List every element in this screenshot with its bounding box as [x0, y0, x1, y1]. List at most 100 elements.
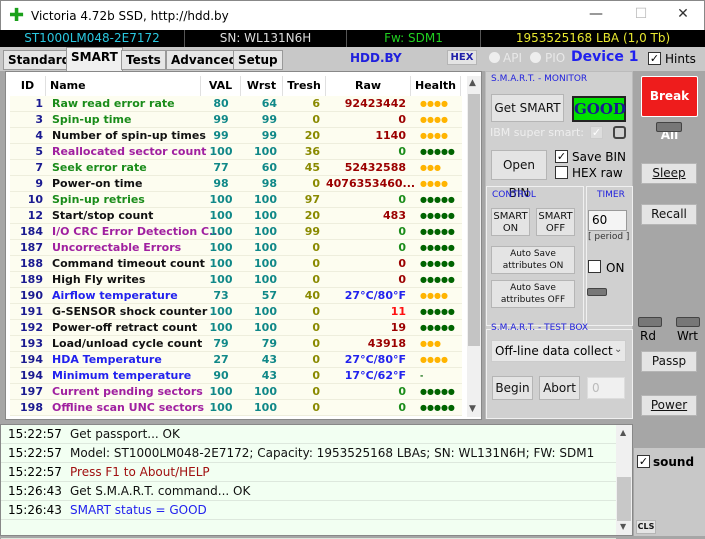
- table-row[interactable]: 10 Spin-up retries 100 100 97 0 ●●●●●: [10, 192, 462, 208]
- smart-on-button[interactable]: SMART ON: [491, 208, 530, 236]
- col-wrst[interactable]: Wrst: [241, 76, 283, 96]
- smart-off-button[interactable]: SMART OFF: [536, 208, 575, 236]
- table-row[interactable]: 193 Load/unload cycle count 79 79 0 43918 ●●●: [10, 336, 462, 352]
- table-row[interactable]: 7 Seek error rate 77 60 45 52432588 ●●●: [10, 160, 462, 176]
- cls-button[interactable]: CLS: [636, 520, 656, 534]
- table-row[interactable]: 184 I/O CRC Error Detection C... 100 100 99 0…: [10, 224, 462, 240]
- open-bin-button[interactable]: Open BIN: [491, 150, 547, 200]
- cell-name: Power-off retract count: [52, 321, 198, 334]
- cell-raw: 1140: [375, 129, 406, 142]
- cell-id: 4: [35, 129, 43, 142]
- col-id[interactable]: ID: [10, 76, 46, 96]
- maximize-button[interactable]: ☐: [631, 6, 651, 26]
- cell-id: 192: [20, 321, 43, 334]
- table-scrollbar[interactable]: ▲ ▼: [467, 76, 481, 417]
- begin-button[interactable]: Begin: [492, 376, 533, 400]
- pio-radio[interactable]: [530, 52, 541, 63]
- cell-wrst: 99: [261, 113, 277, 126]
- hdd-by-link[interactable]: HDD.BY: [350, 51, 402, 65]
- col-raw[interactable]: Raw: [326, 76, 411, 96]
- test-type-select[interactable]: Off-line data collect ⌄: [491, 340, 626, 362]
- col-val[interactable]: VAL: [201, 76, 241, 96]
- table-row[interactable]: 187 Uncorrectable Errors 100 100 0 0 ●●●●●: [10, 240, 462, 256]
- table-row[interactable]: 9 Power-on time 98 98 0 4076353460... ●●●●: [10, 176, 462, 192]
- table-row[interactable]: 198 Offline scan UNC sectors 100 100 0 0 ●●●●●: [10, 400, 462, 416]
- cell-name: High Fly writes: [52, 273, 146, 286]
- log-entry-empty: [1, 520, 616, 539]
- autosave-on-button[interactable]: Auto Save attributes ON: [491, 246, 575, 274]
- table-row[interactable]: 189 High Fly writes 100 100 0 0 ●●●●●: [10, 272, 462, 288]
- scroll-down-icon[interactable]: ▼: [620, 522, 626, 531]
- cell-wrst: 43: [261, 353, 277, 366]
- api-radio[interactable]: [489, 52, 500, 63]
- table-row[interactable]: 191 G-SENSOR shock counter 100 100 0 11 ●●●●●: [10, 304, 462, 320]
- hex-raw-checkbox[interactable]: [555, 166, 568, 179]
- tab-advanced[interactable]: Advanced: [166, 50, 243, 70]
- timer-period-input[interactable]: 60: [588, 210, 627, 231]
- save-bin-checkbox[interactable]: ✓: [555, 150, 568, 163]
- sleep-button[interactable]: Sleep: [641, 163, 697, 184]
- hints-checkbox[interactable]: ✓: [648, 52, 661, 65]
- cell-id: 5: [35, 145, 43, 158]
- scroll-thumb[interactable]: [468, 94, 480, 346]
- col-tresh[interactable]: Tresh: [283, 76, 326, 96]
- device-label[interactable]: Device 1: [571, 49, 638, 65]
- break-all-button[interactable]: Break All: [641, 76, 698, 142]
- sound-label: sound: [653, 455, 695, 469]
- table-row[interactable]: 12 Start/stop count 100 100 20 483 ●●●●●: [10, 208, 462, 224]
- cell-wrst: 100: [254, 305, 277, 318]
- cell-val: 100: [209, 385, 233, 398]
- table-row[interactable]: 194 HDA Temperature 27 43 0 27°C/80°F ●●●●: [10, 352, 462, 368]
- abort-button[interactable]: Abort: [539, 376, 580, 400]
- cell-name: Start/stop count: [52, 209, 154, 222]
- cell-name: I/O CRC Error Detection C...: [52, 225, 222, 238]
- tab-standard[interactable]: Standard: [3, 50, 76, 70]
- cell-health: ●●●●: [420, 115, 448, 124]
- table-row[interactable]: 190 Airflow temperature 73 57 40 27°C/80°F ●●●…: [10, 288, 462, 304]
- test-progress-field[interactable]: 0: [587, 377, 625, 399]
- col-health[interactable]: Health: [411, 76, 461, 96]
- passport-button[interactable]: Passp: [641, 351, 697, 372]
- autosave-off-button[interactable]: Auto Save attributes OFF: [491, 280, 575, 308]
- cell-wrst: 100: [254, 257, 277, 270]
- close-button[interactable]: ✕: [673, 6, 693, 26]
- cell-val: 100: [209, 305, 233, 318]
- cell-raw: 19: [390, 321, 406, 334]
- capacity-label: 1953525168 LBA (1,0 Tb): [515, 31, 671, 45]
- table-row[interactable]: 192 Power-off retract count 100 100 0 19 ●●●●●: [10, 320, 462, 336]
- table-row[interactable]: 197 Current pending sectors 100 100 0 0 ●●●●●: [10, 384, 462, 400]
- tab-smart[interactable]: SMART: [66, 47, 123, 71]
- hex-button[interactable]: HEX: [447, 50, 477, 65]
- sound-checkbox[interactable]: ✓: [637, 455, 650, 468]
- timer-on-checkbox[interactable]: [588, 260, 601, 273]
- scroll-thumb[interactable]: [617, 477, 631, 521]
- log-scrollbar[interactable]: ▲ ▼: [616, 425, 632, 535]
- table-row[interactable]: 194 Minimum temperature 90 43 0 17°C/62°F -: [10, 368, 462, 384]
- cell-wrst: 100: [254, 321, 277, 334]
- get-smart-button[interactable]: Get SMART: [491, 94, 564, 122]
- power-button[interactable]: Power: [641, 395, 697, 416]
- scroll-up-icon[interactable]: ▲: [620, 428, 626, 437]
- cell-val: 73: [213, 289, 229, 302]
- table-row[interactable]: 188 Command timeout count 100 100 0 0 ●●●●●: [10, 256, 462, 272]
- cell-health: ●●●: [420, 163, 441, 172]
- cell-wrst: 100: [254, 209, 277, 222]
- minimize-button[interactable]: —: [586, 6, 606, 26]
- table-row[interactable]: 5 Reallocated sector count 100 100 36 0 ●●●●●: [10, 144, 462, 160]
- cell-tresh: 45: [304, 161, 320, 174]
- smart-panel: S.M.A.R.T. - MONITOR Get SMART GOOD IBM …: [485, 71, 633, 419]
- cell-tresh: 40: [304, 289, 320, 302]
- scroll-down-icon[interactable]: ▼: [469, 404, 476, 414]
- table-row[interactable]: 4 Number of spin-up times 99 99 20 1140 ●●●●: [10, 128, 462, 144]
- recall-button[interactable]: Recall: [641, 204, 697, 225]
- tab-tests[interactable]: Tests: [121, 50, 166, 70]
- log-time: 15:26:43: [8, 484, 62, 498]
- cell-name: Raw read error rate: [52, 97, 175, 110]
- table-row[interactable]: 1 Raw read error rate 80 64 6 92423442 ●●●●: [10, 96, 462, 112]
- smart-status-indicator: GOOD: [572, 96, 626, 122]
- col-name[interactable]: Name: [46, 76, 201, 96]
- ibm-super-smart-checkbox[interactable]: ✓: [590, 126, 603, 139]
- scroll-up-icon[interactable]: ▲: [469, 78, 476, 88]
- table-row[interactable]: 3 Spin-up time 99 99 0 0 ●●●●: [10, 112, 462, 128]
- tab-setup[interactable]: Setup: [233, 50, 283, 70]
